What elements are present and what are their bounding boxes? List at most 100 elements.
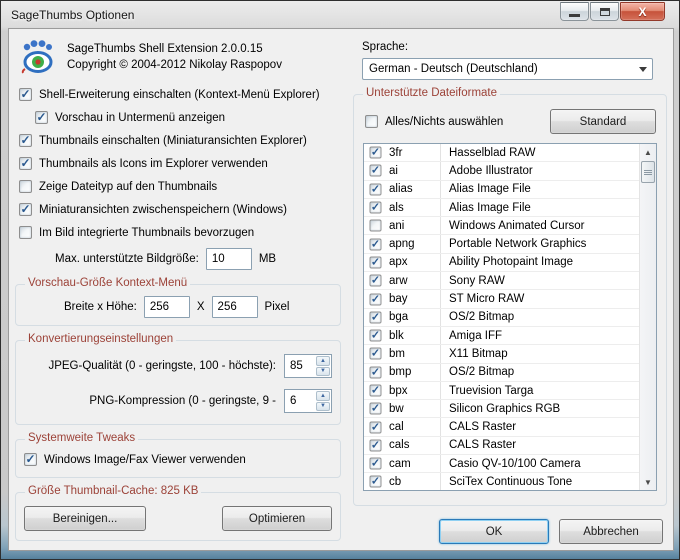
format-row[interactable]: ✓ ai Adobe Illustrator (364, 162, 639, 181)
option-label: Vorschau in Untermenü anzeigen (55, 111, 226, 124)
png-compression-spinner[interactable]: 6 ▲ ▼ (284, 389, 332, 413)
format-row[interactable]: ✓ bm X11 Bitmap (364, 345, 639, 364)
format-ext: arw (382, 272, 441, 290)
scroll-thumb[interactable] (641, 161, 655, 183)
format-row[interactable]: ✓ blk Amiga IFF (364, 326, 639, 346)
fax-viewer-row[interactable]: ✓ Windows Image/Fax Viewer verwenden (24, 452, 332, 467)
format-desc: Windows Animated Cursor (449, 219, 585, 232)
format-checkbox[interactable]: ✓ (369, 457, 382, 470)
minimize-button[interactable] (560, 2, 589, 21)
option-checkbox[interactable]: ✓ (19, 134, 32, 147)
sagethumbs-logo-icon (21, 40, 53, 74)
format-desc: Silicon Graphics RGB (449, 402, 561, 415)
scroll-up-button[interactable]: ▲ (640, 144, 656, 160)
titlebar[interactable]: SageThumbs Optionen X (1, 1, 679, 29)
format-row[interactable]: ✓ apng Portable Network Graphics (364, 235, 639, 254)
preview-width-input[interactable] (143, 296, 190, 318)
clean-cache-button[interactable]: Bereinigen... (24, 506, 146, 531)
format-row[interactable]: ✓ als Alias Image File (364, 198, 639, 218)
format-checkbox[interactable]: ✓ (369, 384, 382, 397)
scroll-grip-icon (644, 169, 652, 175)
fax-viewer-checkbox[interactable]: ✓ (24, 453, 37, 466)
format-ext: cam (382, 455, 441, 473)
format-checkbox[interactable]: ✓ (369, 421, 382, 434)
format-row[interactable]: ✓ bpx Truevision Targa (364, 381, 639, 401)
option-checkbox-row[interactable]: ✓ Thumbnails einschalten (Miniaturansicht… (19, 129, 343, 152)
format-checkbox[interactable]: ✓ (369, 293, 382, 305)
combo-arrow-zone[interactable] (634, 60, 651, 78)
format-checkbox[interactable]: ✓ (369, 476, 382, 488)
formats-list[interactable]: ✓ 3fr Hasselblad RAW ✓ ai Adobe Illustrator ✓ a… (363, 143, 657, 491)
format-row[interactable]: ✓ cals CALS Raster (364, 436, 639, 456)
window-title: SageThumbs Optionen (11, 8, 135, 22)
option-checkbox[interactable]: ✓ (35, 111, 48, 124)
list-scrollbar[interactable]: ▲ ▼ (639, 144, 656, 490)
format-checkbox[interactable]: ✓ (369, 146, 382, 159)
format-row[interactable]: ✓ cb SciTex Continuous Tone (364, 473, 639, 490)
option-checkbox[interactable]: ✓ (19, 180, 32, 193)
ok-button[interactable]: OK (439, 519, 549, 544)
optimize-cache-button[interactable]: Optimieren (222, 506, 332, 531)
select-all-checkbox[interactable]: ✓ (365, 115, 378, 128)
maximize-button[interactable] (590, 2, 619, 21)
jpeg-spin-down-button[interactable]: ▼ (316, 366, 330, 376)
format-ext: ani (382, 217, 441, 235)
format-ext: 3fr (382, 144, 441, 162)
option-checkbox-row[interactable]: ✓ Shell-Erweiterung einschalten (Kontext-… (19, 83, 343, 106)
format-checkbox[interactable]: ✓ (369, 219, 382, 232)
max-image-size-unit: MB (258, 253, 277, 265)
standard-button[interactable]: Standard (550, 109, 656, 134)
png-spin-down-button[interactable]: ▼ (316, 401, 330, 411)
format-ext: als (382, 198, 441, 217)
cache-group: Größe Thumbnail-Cache: 825 KB Bereinigen… (15, 485, 341, 541)
caption-buttons: X (560, 2, 665, 21)
format-checkbox[interactable]: ✓ (369, 329, 382, 342)
preview-height-input[interactable] (211, 296, 258, 318)
format-checkbox[interactable]: ✓ (369, 183, 382, 196)
format-row[interactable]: ✓ bay ST Micro RAW (364, 290, 639, 309)
format-checkbox[interactable]: ✓ (369, 164, 382, 177)
format-checkbox[interactable]: ✓ (369, 238, 382, 251)
format-checkbox[interactable]: ✓ (369, 366, 382, 379)
language-select[interactable]: German - Deutsch (Deutschland) (362, 58, 653, 80)
format-checkbox[interactable]: ✓ (369, 439, 382, 452)
option-checkbox-row[interactable]: ✓ Miniaturansichten zwischenspeichern (Wi… (19, 198, 343, 221)
option-checkbox-row[interactable]: ✓ Zeige Dateityp auf den Thumbnails (19, 175, 343, 198)
format-desc: Amiga IFF (449, 329, 503, 342)
option-checkbox-row[interactable]: ✓ Thumbnails als Icons im Explorer verwen… (19, 152, 343, 175)
option-checkbox[interactable]: ✓ (19, 88, 32, 101)
format-row[interactable]: ✓ arw Sony RAW (364, 272, 639, 291)
format-row[interactable]: ✓ bga OS/2 Bitmap (364, 308, 639, 327)
format-checkbox[interactable]: ✓ (369, 347, 382, 360)
jpeg-spin-up-button[interactable]: ▲ (316, 356, 330, 366)
option-checkbox-row[interactable]: ✓ Im Bild integrierte Thumbnails bevorzug… (19, 221, 343, 244)
option-checkbox[interactable]: ✓ (19, 203, 32, 216)
format-row[interactable]: ✓ bmp OS/2 Bitmap (364, 363, 639, 382)
format-checkbox[interactable]: ✓ (369, 311, 382, 324)
format-row[interactable]: ✓ cam Casio QV-10/100 Camera (364, 455, 639, 474)
format-desc: Portable Network Graphics (449, 238, 587, 251)
option-checkbox-row[interactable]: ✓ Vorschau in Untermenü anzeigen (35, 106, 343, 129)
png-spin-up-button[interactable]: ▲ (316, 391, 330, 401)
close-button[interactable]: X (620, 2, 665, 21)
format-checkbox[interactable]: ✓ (369, 201, 382, 214)
format-row[interactable]: ✓ 3fr Hasselblad RAW (364, 144, 639, 163)
format-row[interactable]: ✓ apx Ability Photopaint Image (364, 253, 639, 273)
format-row[interactable]: ✓ cal CALS Raster (364, 418, 639, 437)
png-compression-value: 6 (290, 395, 297, 407)
format-row[interactable]: ✓ bw Silicon Graphics RGB (364, 400, 639, 419)
format-row[interactable]: ✓ani Windows Animated Cursor (364, 217, 639, 236)
scroll-down-button[interactable]: ▼ (640, 474, 656, 490)
format-ext: cb (382, 473, 441, 490)
option-checkbox[interactable]: ✓ (19, 157, 32, 170)
format-checkbox[interactable]: ✓ (369, 274, 382, 287)
format-checkbox[interactable]: ✓ (369, 256, 382, 269)
format-checkbox[interactable]: ✓ (369, 402, 382, 415)
cancel-button[interactable]: Abbrechen (559, 519, 663, 544)
jpeg-quality-spinner[interactable]: 85 ▲ ▼ (284, 354, 332, 378)
format-desc: Truevision Targa (449, 384, 534, 397)
option-checkbox[interactable]: ✓ (19, 226, 32, 239)
max-image-size-input[interactable] (205, 248, 252, 270)
preview-size-group-title: Vorschau-Größe Kontext-Menü (25, 277, 191, 289)
format-row[interactable]: ✓ alias Alias Image File (364, 180, 639, 199)
